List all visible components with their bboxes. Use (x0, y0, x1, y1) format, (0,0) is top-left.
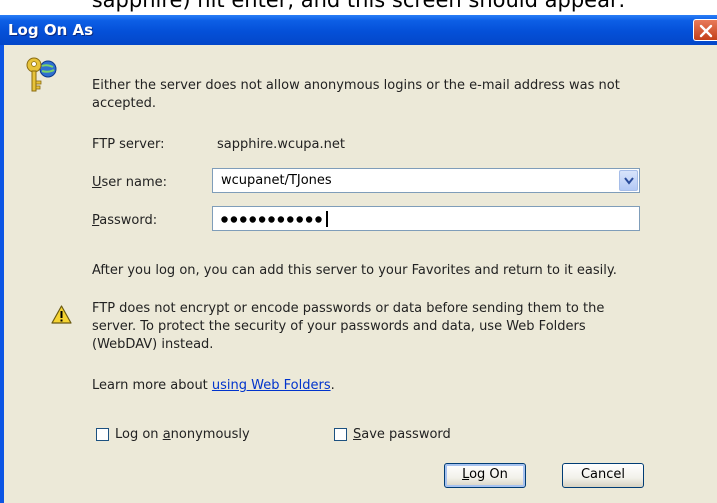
save-password-checkbox[interactable] (334, 428, 347, 441)
info-message-line1: Either the server does not allow anonymo… (92, 78, 620, 93)
warning-line2: server. To protect the security of your … (92, 319, 586, 334)
password-dot (258, 216, 266, 223)
logon-dialog: Log On As Either the server does not all… (0, 15, 717, 503)
chevron-down-icon (624, 177, 634, 185)
ftp-server-value: sapphire.wcupa.net (217, 137, 345, 152)
password-field[interactable] (212, 206, 640, 231)
password-dot (277, 216, 285, 223)
password-dot (221, 216, 228, 223)
anonymous-checkbox[interactable] (96, 428, 109, 441)
password-label: Password: (92, 213, 158, 228)
info-message-line2: accepted. (92, 96, 156, 111)
password-mask (221, 216, 322, 223)
dialog-title: Log On As (8, 21, 94, 39)
password-dot (296, 216, 303, 223)
warning-icon (51, 305, 72, 324)
learn-more-prefix: Learn more about (92, 378, 212, 393)
keys-globe-icon (26, 57, 57, 92)
password-dot (268, 216, 275, 223)
user-name-label: User name: (92, 175, 168, 190)
password-dot (305, 216, 313, 223)
password-dot (240, 216, 247, 223)
close-icon (699, 24, 713, 38)
cancel-button[interactable]: Cancel (562, 463, 644, 488)
after-logon-text: After you log on, you can add this serve… (92, 263, 617, 278)
anonymous-label[interactable]: Log on anonymously (115, 427, 250, 443)
password-dot (315, 216, 322, 223)
close-button[interactable] (693, 19, 717, 41)
title-bar[interactable]: Log On As (0, 15, 717, 45)
save-password-label[interactable]: Save password (353, 427, 451, 443)
user-name-combobox[interactable]: wcupanet/TJones (212, 168, 640, 193)
web-folders-link[interactable]: using Web Folders (212, 378, 331, 393)
learn-more-text: Learn more about using Web Folders. (92, 378, 335, 394)
password-dot (287, 216, 294, 223)
dialog-body: Either the server does not allow anonymo… (4, 45, 717, 503)
text-caret (326, 211, 328, 227)
background-caption: sapphire) hit enter, and this screen sho… (91, 0, 626, 12)
ftp-server-label: FTP server: (92, 137, 165, 152)
warning-line3: (WebDAV) instead. (92, 337, 214, 352)
learn-more-suffix: . (330, 378, 335, 393)
user-name-value: wcupanet/TJones (221, 173, 332, 188)
password-dot (230, 216, 238, 223)
password-dot (249, 216, 256, 223)
log-on-button[interactable]: Log On (444, 463, 526, 488)
warning-line1: FTP does not encrypt or encode passwords… (92, 301, 605, 316)
user-name-dropdown-button[interactable] (619, 170, 638, 191)
